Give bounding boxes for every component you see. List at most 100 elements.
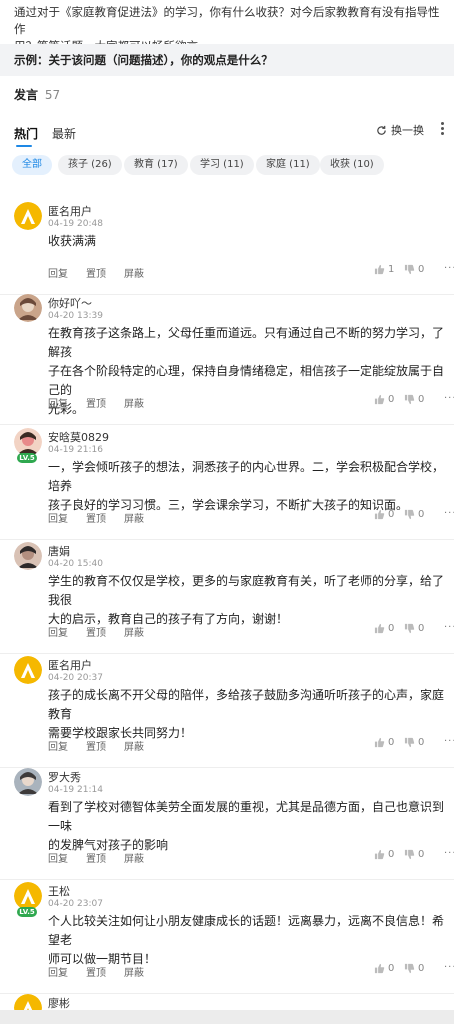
dislike-button[interactable]: 0	[404, 623, 424, 634]
reply-button[interactable]: 回复	[48, 510, 68, 525]
like-button[interactable]: 0	[374, 963, 394, 974]
comment-text: 一，学会倾听孩子的想法，洞悉孩子的内心世界。二，学会积极配合学校，培养 孩子良好的…	[48, 458, 448, 515]
like-count: 0	[388, 737, 395, 748]
comment-more-icon[interactable]: ···	[444, 508, 454, 519]
example-prompt: 示例：关于该问题（问题描述），你的观点是什么？	[0, 44, 454, 76]
comment-text-line: 在教育孩子这条路上，父母任重而道远。只有通过自己不断的努力学习，了解孩	[48, 326, 445, 359]
pin-top-button[interactable]: 置顶	[86, 850, 106, 865]
dislike-button[interactable]: 0	[404, 509, 424, 520]
dislike-count: 0	[418, 963, 425, 974]
comment-item: 你好吖～ 04-20 13:39 在教育孩子这条路上，父母任重而道远。只有通过自己不…	[0, 284, 454, 425]
comment-more-icon[interactable]: ···	[444, 263, 454, 274]
like-button[interactable]: 1	[374, 264, 394, 275]
comment-username[interactable]: 王松	[48, 883, 70, 899]
question-intro: 通过对于《家庭教育促进法》的学习，你有什么收获？对今后家教教育有没有指导性作 用…	[0, 0, 454, 53]
comment-count: 发言 57	[14, 86, 60, 103]
thumbs-up-icon	[374, 737, 385, 748]
dislike-button[interactable]: 0	[404, 963, 424, 974]
comment-username[interactable]: 你好吖～	[48, 295, 92, 311]
reply-button[interactable]: 回复	[48, 265, 68, 280]
comment-more-icon[interactable]: ···	[444, 736, 454, 747]
like-count: 0	[388, 963, 395, 974]
like-button[interactable]: 0	[374, 623, 394, 634]
comment-text: 孩子的成长离不开父母的陪伴，多给孩子鼓励多沟通听听孩子的心声，家庭教育 需要学校跟…	[48, 686, 448, 743]
pin-top-button[interactable]: 置顶	[86, 265, 106, 280]
block-button[interactable]: 屏蔽	[124, 738, 144, 753]
level-badge: LV.5	[17, 453, 37, 463]
block-button[interactable]: 屏蔽	[124, 624, 144, 639]
block-button[interactable]: 屏蔽	[124, 265, 144, 280]
comment-more-icon[interactable]: ···	[444, 848, 454, 859]
dislike-count: 0	[418, 394, 425, 405]
dislike-count: 0	[418, 509, 425, 520]
thumbs-down-icon	[404, 963, 415, 974]
pin-top-button[interactable]: 置顶	[86, 624, 106, 639]
comment-username[interactable]: 安晗莫0829	[48, 429, 109, 445]
avatar[interactable]	[14, 428, 42, 456]
thumbs-down-icon	[404, 394, 415, 405]
reply-button[interactable]: 回复	[48, 395, 68, 410]
bottom-edge	[0, 1010, 454, 1024]
thumbs-down-icon	[404, 509, 415, 520]
avatar[interactable]	[14, 656, 42, 684]
like-count: 0	[388, 509, 395, 520]
refresh-button[interactable]: 换一换	[376, 122, 424, 138]
block-button[interactable]: 屏蔽	[124, 964, 144, 979]
reply-button[interactable]: 回复	[48, 624, 68, 639]
like-button[interactable]: 0	[374, 737, 394, 748]
filter-chip-education[interactable]: 教育 (17)	[124, 155, 188, 175]
more-options-icon[interactable]	[436, 120, 448, 136]
thumbs-up-icon	[374, 849, 385, 860]
thumbs-up-icon	[374, 509, 385, 520]
refresh-label: 换一换	[391, 124, 424, 137]
pin-top-button[interactable]: 置顶	[86, 738, 106, 753]
comment-more-icon[interactable]: ···	[444, 962, 454, 973]
like-button[interactable]: 0	[374, 849, 394, 860]
reply-button[interactable]: 回复	[48, 850, 68, 865]
pin-top-button[interactable]: 置顶	[86, 395, 106, 410]
comment-username[interactable]: 唐娟	[48, 543, 70, 559]
thumbs-down-icon	[404, 737, 415, 748]
comment-more-icon[interactable]: ···	[444, 393, 454, 404]
sort-tabs: 热门 最新 换一换	[0, 118, 454, 148]
avatar[interactable]	[14, 294, 42, 322]
filter-chip-children[interactable]: 孩子 (26)	[58, 155, 122, 175]
avatar[interactable]	[14, 202, 42, 230]
dislike-button[interactable]: 0	[404, 394, 424, 405]
pin-top-button[interactable]: 置顶	[86, 964, 106, 979]
reply-button[interactable]: 回复	[48, 738, 68, 753]
avatar[interactable]	[14, 542, 42, 570]
comment-item: 匿名用户04-19 20:48 收获满满回复 置顶 屏蔽 1 0 ···	[0, 192, 454, 295]
comment-more-icon[interactable]: ···	[444, 622, 454, 633]
dislike-button[interactable]: 0	[404, 264, 424, 275]
filter-chip-study[interactable]: 学习 (11)	[190, 155, 254, 175]
level-badge: LV.5	[17, 907, 37, 917]
comment-username[interactable]: 匿名用户	[48, 203, 92, 219]
comment-username[interactable]: 罗大秀	[48, 769, 81, 785]
dislike-button[interactable]: 0	[404, 849, 424, 860]
comment-username[interactable]: 匿名用户	[48, 657, 92, 673]
reply-button[interactable]: 回复	[48, 964, 68, 979]
avatar[interactable]	[14, 882, 42, 910]
dislike-button[interactable]: 0	[404, 737, 424, 748]
filter-chip-all[interactable]: 全部	[12, 155, 52, 175]
like-button[interactable]: 0	[374, 394, 394, 405]
comment-username[interactable]: 廖彬	[48, 995, 70, 1011]
block-button[interactable]: 屏蔽	[124, 510, 144, 525]
comment-time: 04-20 23:07	[48, 899, 103, 909]
tab-latest[interactable]: 最新	[52, 125, 76, 142]
avatar[interactable]	[14, 768, 42, 796]
refresh-icon	[377, 125, 386, 135]
question-intro-line: 通过对于《家庭教育促进法》的学习，你有什么收获？对今后家教教育有没有指导性作	[14, 5, 440, 36]
block-button[interactable]: 屏蔽	[124, 395, 144, 410]
comment-text-line: 一，学会倾听孩子的想法，洞悉孩子的内心世界。二，学会积极配合学校，培养	[48, 460, 445, 493]
tab-hot[interactable]: 热门	[14, 125, 38, 142]
pin-top-button[interactable]: 置顶	[86, 510, 106, 525]
filter-chip-family[interactable]: 家庭 (11)	[256, 155, 320, 175]
comment-item: 匿名用户 04-20 20:37 孩子的成长离不开父母的陪伴，多给孩子鼓励多沟通听听…	[0, 646, 454, 768]
filter-chip-gain[interactable]: 收获 (10)	[320, 155, 384, 175]
like-button[interactable]: 0	[374, 509, 394, 520]
comment-text: 个人比较关注如何让小朋友健康成长的话题！远离暴力，远离不良信息！希望老 师可以做一…	[48, 912, 448, 969]
block-button[interactable]: 屏蔽	[124, 850, 144, 865]
comment-item: LV.5 王松 04-20 23:07 个人比较关注如何让小朋友健康成长的话题！远离暴…	[0, 872, 454, 994]
